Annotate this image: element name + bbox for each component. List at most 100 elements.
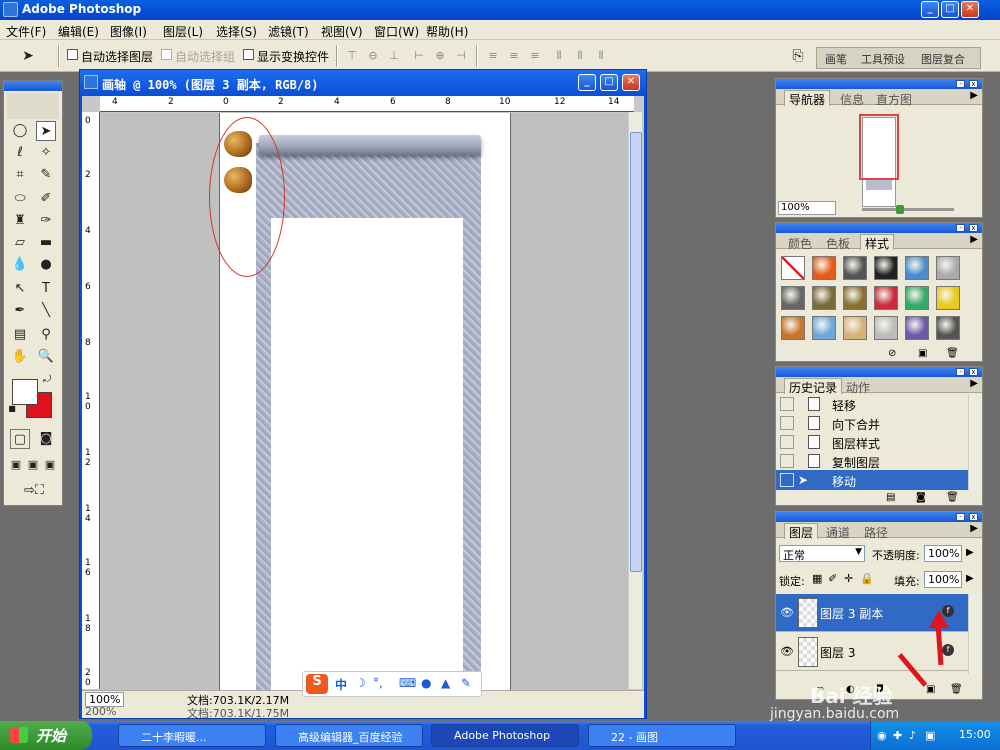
lock-position-icon[interactable]: ✛ [844, 572, 853, 585]
panel-close-button[interactable]: x [969, 513, 978, 521]
delete-state-icon[interactable]: 🗑 [946, 492, 959, 503]
doc-maximize-button[interactable]: □ [600, 74, 618, 91]
move-tool-preset-icon[interactable]: ➤ [18, 46, 38, 66]
quick-mask-icon[interactable]: ◙ [36, 429, 56, 449]
palette-well-layer-comps[interactable]: 图层复合 [921, 51, 965, 67]
lasso-tool-icon[interactable]: ℓ [10, 143, 30, 163]
menu-help[interactable]: 帮助(H) [426, 23, 468, 40]
tab-info[interactable]: 信息 [836, 91, 868, 107]
distribute-bottom-icon[interactable]: ≡ [528, 49, 542, 63]
move-tool-icon[interactable]: ➤ [36, 121, 56, 141]
style-swatch[interactable] [781, 256, 805, 280]
foreground-color-swatch[interactable] [12, 379, 38, 405]
lock-image-icon[interactable]: ✐ [828, 572, 837, 585]
tray-icon[interactable]: ✚ [893, 729, 902, 742]
lock-transparency-icon[interactable]: ▦ [812, 572, 822, 585]
style-swatch[interactable] [936, 316, 960, 340]
panel-minimize-button[interactable]: - [956, 368, 965, 376]
close-button[interactable]: ✕ [961, 1, 979, 18]
opacity-field[interactable]: 100% [924, 545, 962, 562]
menu-edit[interactable]: 编辑(E) [58, 23, 99, 40]
style-swatch[interactable] [936, 256, 960, 280]
menu-select[interactable]: 选择(S) [216, 23, 257, 40]
blur-tool-icon[interactable]: 💧 [10, 255, 30, 275]
distribute-right-icon[interactable]: ⦀ [594, 49, 608, 63]
type-tool-icon[interactable]: T [36, 279, 56, 299]
path-selection-icon[interactable]: ↖ [10, 279, 30, 299]
canvas[interactable] [101, 113, 634, 690]
delete-style-icon[interactable]: 🗑 [946, 348, 959, 359]
line-tool-icon[interactable]: ╲ [36, 301, 56, 321]
history-item-selected[interactable]: ➤ 移动 [776, 470, 968, 490]
marquee-tool-icon[interactable]: ◯ [10, 121, 30, 141]
taskbar-button[interactable]: 二十李暇暖... [118, 724, 266, 747]
show-transform-checkbox[interactable] [243, 49, 254, 60]
palette-well-tool-presets[interactable]: 工具预设 [861, 51, 905, 67]
distribute-top-icon[interactable]: ≡ [486, 49, 500, 63]
style-swatch[interactable] [812, 316, 836, 340]
keyboard-icon[interactable]: ⌨ [399, 676, 416, 690]
tab-swatches[interactable]: 色板 [822, 235, 854, 251]
jump-to-imageready-icon[interactable]: ⇨⛶ [12, 481, 56, 501]
new-style-icon[interactable]: ▣ [918, 348, 927, 359]
align-left-icon[interactable]: ⊢ [412, 49, 426, 63]
navigator-zoom-slider[interactable] [862, 208, 954, 211]
fill-slider-arrow-icon[interactable]: ▶ [966, 573, 974, 584]
user-icon[interactable]: ● [421, 676, 431, 690]
style-swatch[interactable] [905, 286, 929, 310]
default-colors-icon[interactable]: ■ [6, 403, 18, 415]
panel-close-button[interactable]: x [969, 80, 978, 88]
tab-layers[interactable]: 图层 [784, 523, 819, 540]
eraser-tool-icon[interactable]: ▱ [10, 233, 30, 253]
skin-icon[interactable]: ▲ [441, 676, 450, 690]
panel-menu-icon[interactable]: ▶ [970, 234, 978, 245]
style-swatch[interactable] [843, 316, 867, 340]
style-swatch[interactable] [874, 316, 898, 340]
network-icon[interactable]: ▣ [925, 729, 935, 742]
align-bottom-icon[interactable]: ⊥ [387, 49, 401, 63]
style-swatch[interactable] [936, 286, 960, 310]
history-brush-source[interactable] [780, 416, 794, 430]
history-item[interactable]: 复制图层 [776, 451, 968, 471]
style-swatch[interactable] [812, 256, 836, 280]
swap-colors-icon[interactable]: ⤾ [40, 373, 54, 387]
history-brush-source[interactable] [780, 454, 794, 468]
healing-brush-icon[interactable]: ⬭ [10, 189, 30, 209]
history-brush-icon[interactable]: ✑ [36, 211, 56, 231]
menu-image[interactable]: 图像(I) [110, 23, 147, 40]
taskbar-button-active[interactable]: Adobe Photoshop [431, 724, 579, 747]
panel-minimize-button[interactable]: - [956, 80, 965, 88]
tab-histogram[interactable]: 直方图 [872, 91, 916, 107]
magic-wand-tool-icon[interactable]: ✧ [36, 143, 56, 163]
align-vcenter-icon[interactable]: ⊖ [366, 49, 380, 63]
file-browser-icon[interactable]: ⎘ [788, 46, 808, 66]
panel-minimize-button[interactable]: - [956, 224, 965, 232]
eye-icon[interactable]: 👁 [780, 606, 794, 619]
notes-tool-icon[interactable]: ▤ [10, 325, 30, 345]
history-item[interactable]: 向下合并 [776, 413, 968, 433]
fill-field[interactable]: 100% [924, 571, 962, 588]
navigator-view-box[interactable] [859, 114, 899, 180]
gradient-tool-icon[interactable]: ▬ [36, 233, 56, 253]
menu-layer[interactable]: 图层(L) [163, 23, 203, 40]
history-brush-source[interactable] [780, 473, 794, 487]
clone-stamp-icon[interactable]: ♜ [10, 211, 30, 231]
history-brush-source[interactable] [780, 435, 794, 449]
eyedropper-tool-icon[interactable]: ⚲ [36, 325, 56, 345]
screen-mode-menu-icon[interactable]: ▣ [25, 455, 41, 475]
auto-select-layer-checkbox[interactable] [67, 49, 78, 60]
layer-style-icon[interactable]: f [942, 644, 954, 656]
layer-name[interactable]: 图层 3 副本 [820, 605, 883, 622]
clear-style-icon[interactable]: ⊘ [888, 348, 896, 359]
distribute-hcenter-icon[interactable]: ⦀ [573, 49, 587, 63]
crop-tool-icon[interactable]: ⌗ [10, 165, 30, 185]
start-button[interactable]: 开始 [0, 721, 92, 750]
opacity-slider-arrow-icon[interactable]: ▶ [966, 547, 974, 558]
tab-actions[interactable]: 动作 [842, 379, 874, 395]
standard-mode-icon[interactable]: ▢ [10, 429, 30, 449]
screen-mode-standard-icon[interactable]: ▣ [8, 455, 24, 475]
dodge-tool-icon[interactable]: ● [36, 255, 56, 275]
punctuation-icon[interactable]: °, [373, 676, 383, 690]
menu-file[interactable]: 文件(F) [6, 23, 46, 40]
history-item[interactable]: 轻移 [776, 394, 968, 414]
